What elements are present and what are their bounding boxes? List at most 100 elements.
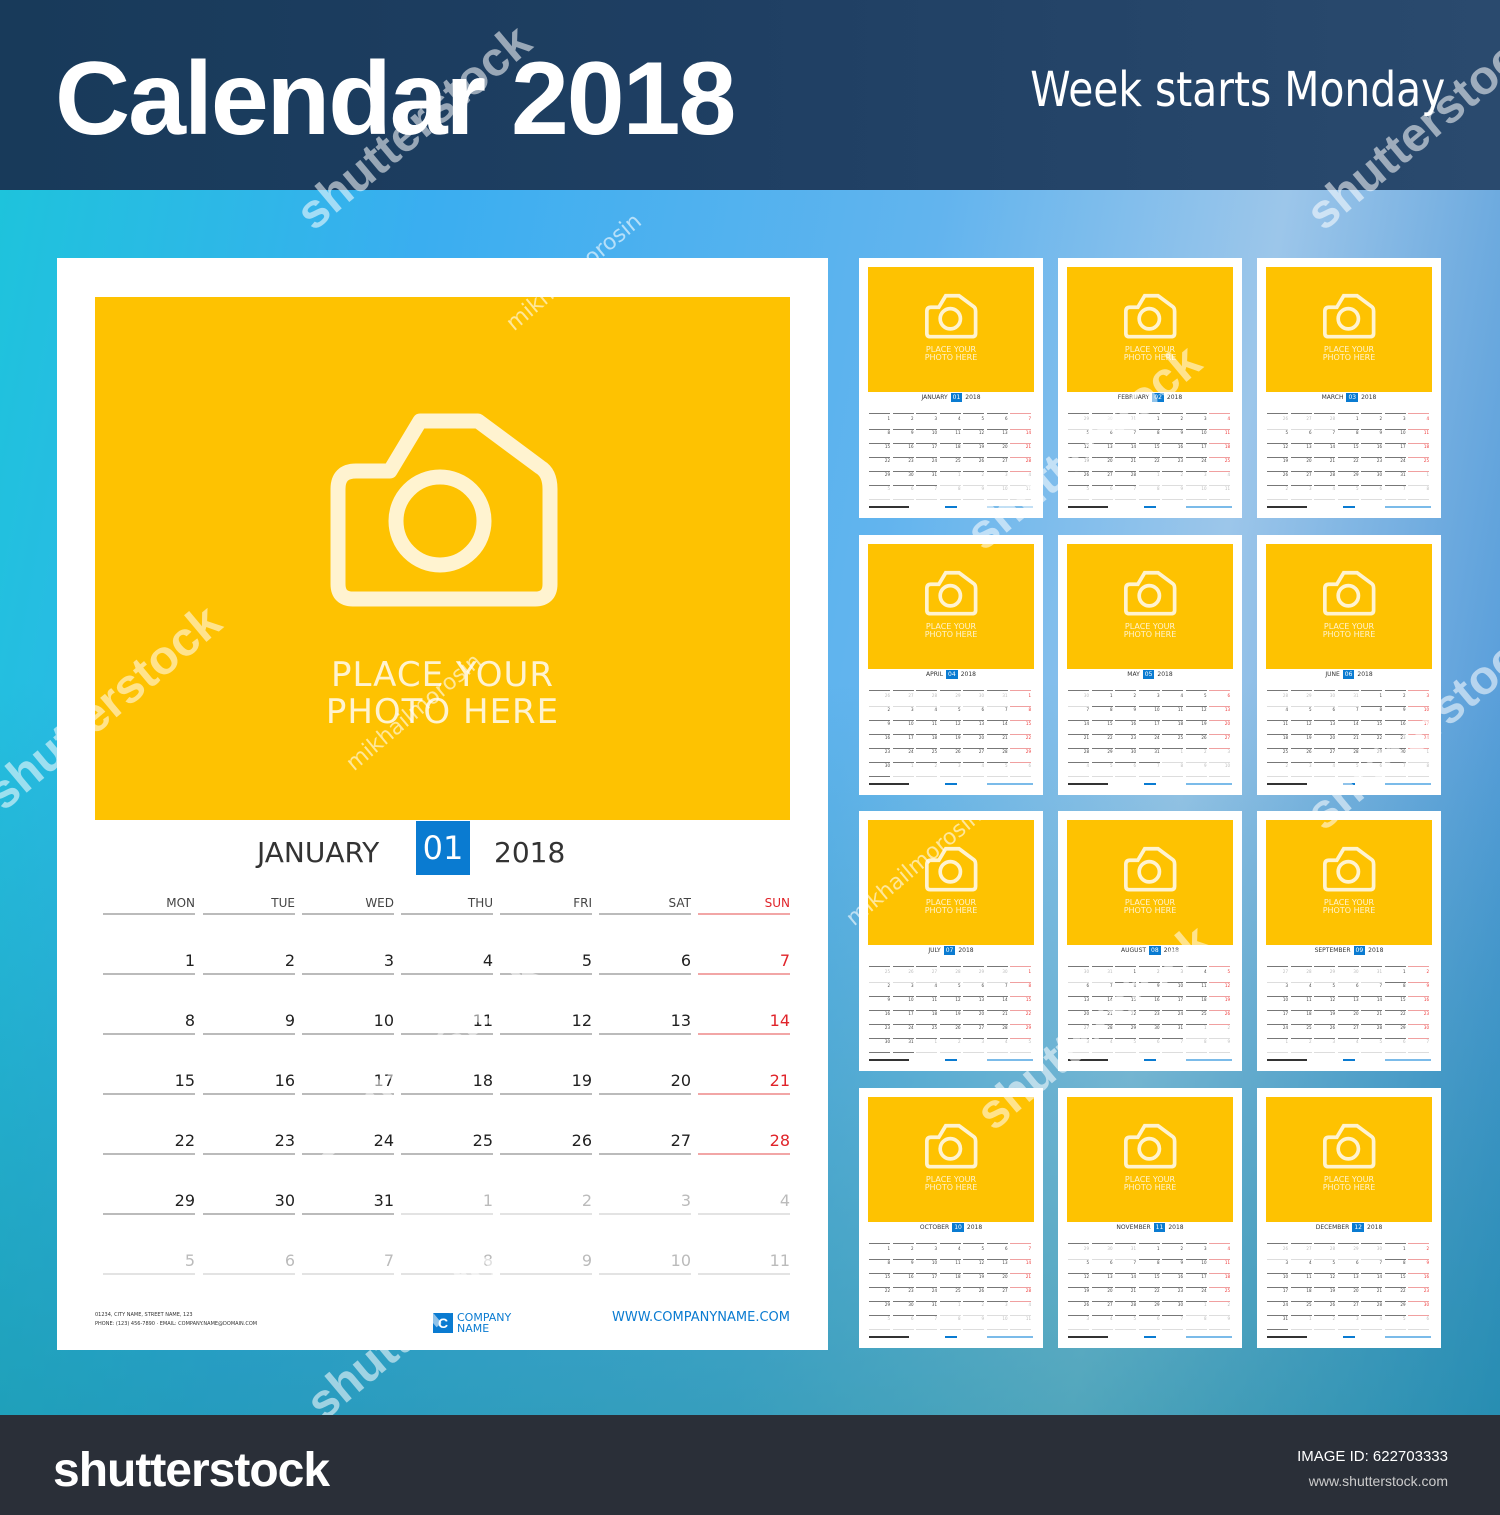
day-cell[interactable]: 5 xyxy=(500,951,592,970)
company-url[interactable]: WWW.COMPANYNAME.COM xyxy=(612,1310,790,1325)
thumbnail-day: 12 xyxy=(963,430,984,444)
camera-icon xyxy=(925,1123,978,1169)
day-cell[interactable]: 8 xyxy=(103,1011,195,1030)
thumbnail-day: 30 xyxy=(1115,749,1136,763)
thumbnail-day: 19 xyxy=(963,444,984,458)
day-cell[interactable]: 21 xyxy=(698,1071,790,1090)
thumbnail-day: 13 xyxy=(963,997,984,1011)
month-thumbnail[interactable]: PLACE YOUR PHOTO HERE SEPTEMBER 09 2018 27 28 2… xyxy=(1257,811,1441,1071)
day-cell[interactable]: 4 xyxy=(698,1191,790,1210)
thumbnail-day: 29 xyxy=(869,472,890,486)
thumbnail-weekday xyxy=(916,1236,937,1244)
day-cell[interactable]: 26 xyxy=(500,1131,592,1150)
day-cell[interactable]: 17 xyxy=(302,1071,394,1090)
day-cell[interactable]: 10 xyxy=(599,1251,691,1270)
day-cell[interactable]: 6 xyxy=(599,951,691,970)
day-cell[interactable]: 10 xyxy=(302,1011,394,1030)
thumbnail-day: 23 xyxy=(1138,1011,1160,1025)
thumbnail-day: 8 xyxy=(1162,763,1183,777)
thumbnail-day: 9 xyxy=(892,1260,914,1274)
thumbnail-day: 16 xyxy=(892,444,914,458)
day-cell[interactable]: 4 xyxy=(401,951,493,970)
thumbnail-day: 16 xyxy=(869,735,890,749)
thumbnail-weekday xyxy=(939,683,961,691)
thumbnail-day: 17 xyxy=(1408,721,1429,735)
month-thumbnail[interactable]: PLACE YOUR PHOTO HERE NOVEMBER 11 2018 29 30 31… xyxy=(1058,1088,1242,1348)
month-thumbnail[interactable]: PLACE YOUR PHOTO HERE MARCH 03 2018 26 27 28 1 2 3… xyxy=(1257,258,1441,518)
thumbnail-day: 29 xyxy=(869,1302,890,1316)
day-cell[interactable]: 6 xyxy=(203,1251,295,1270)
day-cell[interactable]: 8 xyxy=(401,1251,493,1270)
day-cell[interactable]: 15 xyxy=(103,1071,195,1090)
day-cell[interactable]: 3 xyxy=(302,951,394,970)
month-thumbnail[interactable]: PLACE YOUR PHOTO HERE OCTOBER 10 2018 1 2 3 4 5 6 7… xyxy=(859,1088,1043,1348)
thumbnail-day: 25 xyxy=(1185,1011,1207,1025)
day-cell[interactable]: 19 xyxy=(500,1071,592,1090)
thumbnail-day: 19 xyxy=(1267,458,1288,472)
day-cell[interactable]: 11 xyxy=(401,1011,493,1030)
day-cell[interactable]: 9 xyxy=(500,1251,592,1270)
day-cell[interactable]: 23 xyxy=(203,1131,295,1150)
thumbnail-day: 5 xyxy=(1361,1039,1382,1053)
thumbnail-day: 24 xyxy=(1162,1011,1183,1025)
day-cell[interactable]: 27 xyxy=(599,1131,691,1150)
day-cell[interactable]: 24 xyxy=(302,1131,394,1150)
weekday-label: WED xyxy=(365,896,394,910)
day-cell[interactable]: 11 xyxy=(698,1251,790,1270)
thumbnail-day: 4 xyxy=(916,983,937,997)
day-cell[interactable]: 7 xyxy=(698,951,790,970)
thumbnail-weekday xyxy=(963,1236,984,1244)
day-cell[interactable]: 9 xyxy=(203,1011,295,1030)
day-cell[interactable]: 22 xyxy=(103,1131,195,1150)
thumbnail-day: 5 xyxy=(1209,969,1230,983)
thumbnail-day: 2 xyxy=(1314,1316,1335,1330)
thumbnail-day: 12 xyxy=(1314,997,1335,1011)
thumbnail-day: 3 xyxy=(963,1039,984,1053)
day-cell[interactable]: 1 xyxy=(103,951,195,970)
photo-placeholder[interactable]: PLACE YOUR PHOTO HERE xyxy=(95,297,790,820)
day-cell[interactable]: 29 xyxy=(103,1191,195,1210)
month-thumbnail[interactable]: PLACE YOUR PHOTO HERE MAY 05 2018 30 1 2 3 4 5 6 7 8 9… xyxy=(1058,535,1242,795)
thumbnail-day: 3 xyxy=(1314,1039,1335,1053)
thumbnail-day: 13 xyxy=(1068,997,1089,1011)
thumbnail-day: 7 xyxy=(916,1316,937,1330)
thumbnail-day: 16 xyxy=(1162,1274,1183,1288)
month-thumbnail[interactable]: PLACE YOUR PHOTO HERE JUNE 06 2018 28 29 30 31 1 2… xyxy=(1257,535,1441,795)
month-thumbnail[interactable]: PLACE YOUR PHOTO HERE APRIL 04 2018 26 27 28 29 3… xyxy=(859,535,1043,795)
thumbnail-day: 14 xyxy=(1115,444,1136,458)
thumbnail-day: 15 xyxy=(1115,997,1136,1011)
day-cell[interactable]: 13 xyxy=(599,1011,691,1030)
thumbnail-weekday xyxy=(1185,1236,1207,1244)
thumbnail-day: 3 xyxy=(986,472,1008,486)
month-thumbnail[interactable]: PLACE YOUR PHOTO HERE DECEMBER 12 2018 26 27 28… xyxy=(1257,1088,1441,1348)
day-cell[interactable]: 25 xyxy=(401,1131,493,1150)
site-link[interactable]: www.shutterstock.com xyxy=(1297,1469,1448,1493)
day-cell[interactable]: 1 xyxy=(401,1191,493,1210)
day-cell[interactable]: 5 xyxy=(103,1251,195,1270)
day-cell[interactable]: 31 xyxy=(302,1191,394,1210)
thumbnail-day: 20 xyxy=(963,1011,984,1025)
thumbnail-day: 18 xyxy=(1290,1011,1312,1025)
day-cell[interactable]: 2 xyxy=(500,1191,592,1210)
day-cell[interactable]: 30 xyxy=(203,1191,295,1210)
day-cell[interactable]: 3 xyxy=(599,1191,691,1210)
day-cell[interactable]: 7 xyxy=(302,1251,394,1270)
thumbnail-day: 31 xyxy=(1384,472,1406,486)
day-cell[interactable]: 20 xyxy=(599,1071,691,1090)
thumbnail-day: 10 xyxy=(916,1260,937,1274)
weekday-label: FRI xyxy=(573,896,592,910)
day-cell[interactable]: 14 xyxy=(698,1011,790,1030)
thumbnail-day: 18 xyxy=(1162,721,1183,735)
month-thumbnail[interactable]: PLACE YOUR PHOTO HERE JANUARY 01 2018 1 2 3 4 5 6 7… xyxy=(859,258,1043,518)
day-cell[interactable]: 28 xyxy=(698,1131,790,1150)
divider xyxy=(698,1273,790,1275)
month-thumbnail[interactable]: PLACE YOUR PHOTO HERE AUGUST 08 2018 30 31 1 2 3 4… xyxy=(1058,811,1242,1071)
day-cell[interactable]: 12 xyxy=(500,1011,592,1030)
thumbnail-day: 14 xyxy=(1010,430,1031,444)
day-cell[interactable]: 18 xyxy=(401,1071,493,1090)
logo-icon: C xyxy=(433,1313,453,1333)
thumbnail-day: 5 xyxy=(1115,1316,1136,1330)
month-thumbnail[interactable]: PLACE YOUR PHOTO HERE FEBRUARY 02 2018 29 30 31… xyxy=(1058,258,1242,518)
day-cell[interactable]: 2 xyxy=(203,951,295,970)
day-cell[interactable]: 16 xyxy=(203,1071,295,1090)
